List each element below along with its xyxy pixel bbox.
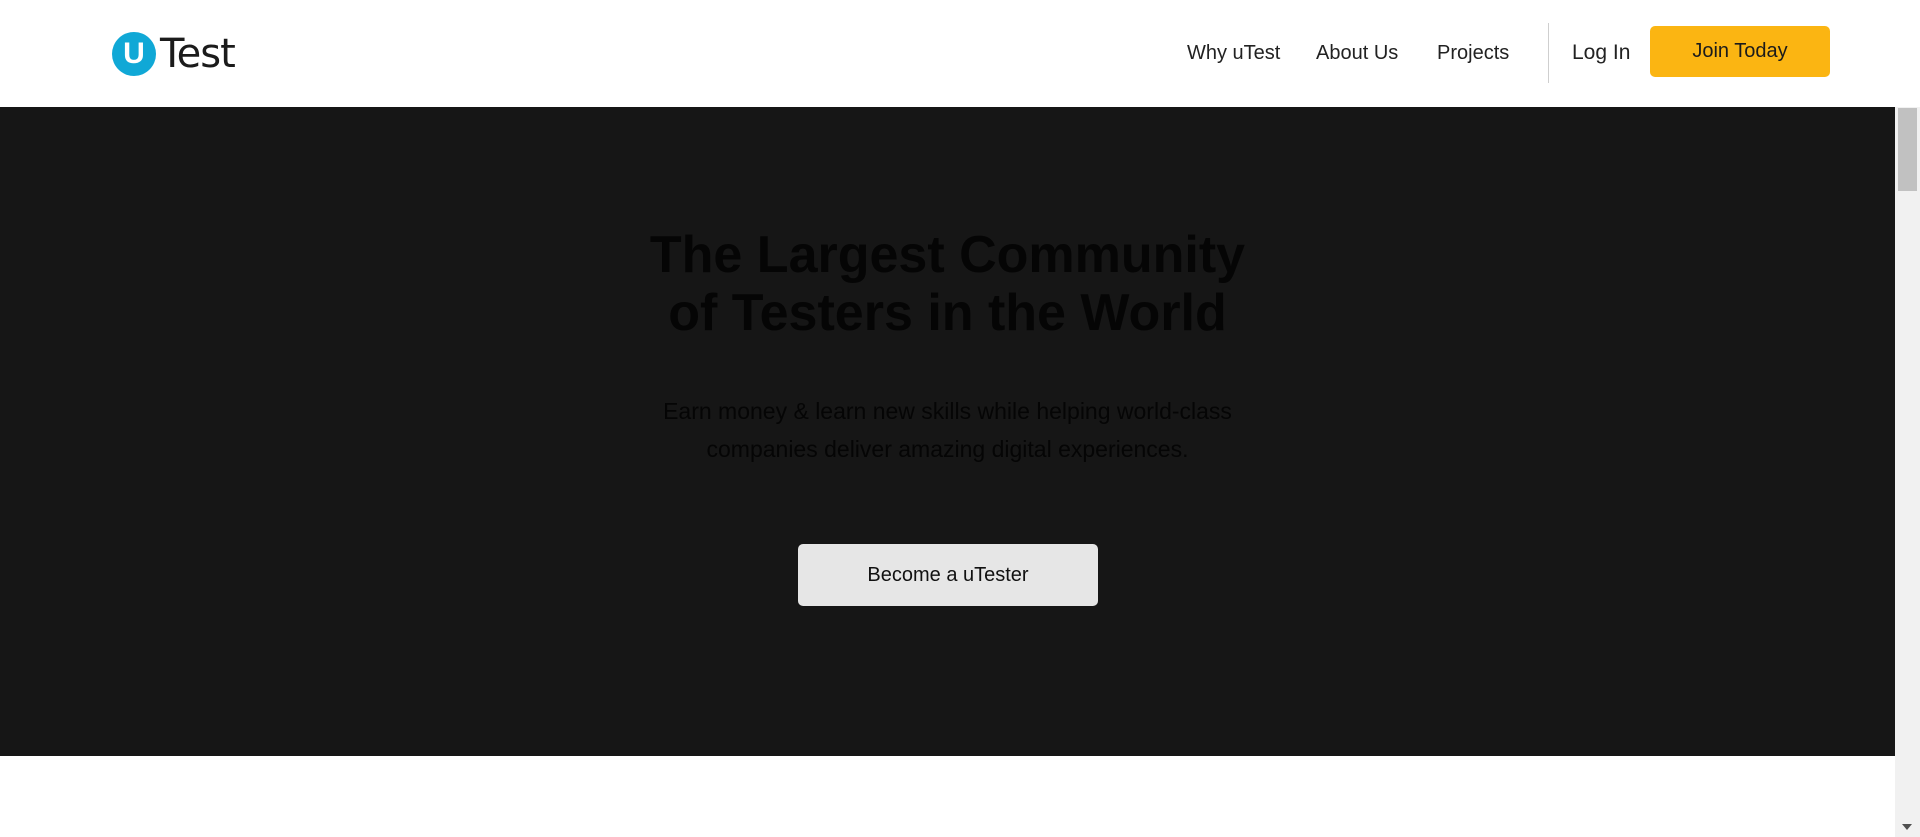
nav-link-projects[interactable]: Projects	[1437, 42, 1509, 65]
content-section	[0, 756, 1895, 837]
hero-subtitle: Earn money & learn new skills while help…	[0, 392, 1895, 468]
login-link[interactable]: Log In	[1572, 41, 1630, 65]
hero-title-line: The Largest Community	[649, 226, 1246, 284]
nav-divider	[1548, 23, 1549, 83]
become-utester-button[interactable]: Become a uTester	[798, 544, 1098, 606]
hero-section: The Largest Community of Testers in the …	[0, 107, 1895, 756]
logo-wordmark: Test	[160, 31, 236, 77]
page-scrollbar[interactable]	[1895, 107, 1920, 837]
nav-link-why-utest[interactable]: Why uTest	[1187, 42, 1280, 65]
hero-subtitle-line: Earn money & learn new skills while help…	[663, 398, 1232, 424]
hero-title: The Largest Community of Testers in the …	[0, 226, 1895, 342]
scroll-down-arrow-icon[interactable]	[1902, 824, 1912, 830]
page: U Test Why uTest About Us Projects Log I…	[0, 0, 1920, 837]
scrollbar-thumb[interactable]	[1898, 108, 1917, 191]
hero-subtitle-line: companies deliver amazing digital experi…	[706, 436, 1189, 462]
join-today-button[interactable]: Join Today	[1650, 26, 1830, 77]
utest-logo[interactable]: U Test	[112, 31, 236, 77]
utest-logo-icon: U	[112, 32, 156, 76]
nav-link-about-us[interactable]: About Us	[1316, 42, 1398, 65]
hero-title-line: of Testers in the World	[668, 284, 1227, 342]
site-header: U Test Why uTest About Us Projects Log I…	[0, 0, 1895, 107]
